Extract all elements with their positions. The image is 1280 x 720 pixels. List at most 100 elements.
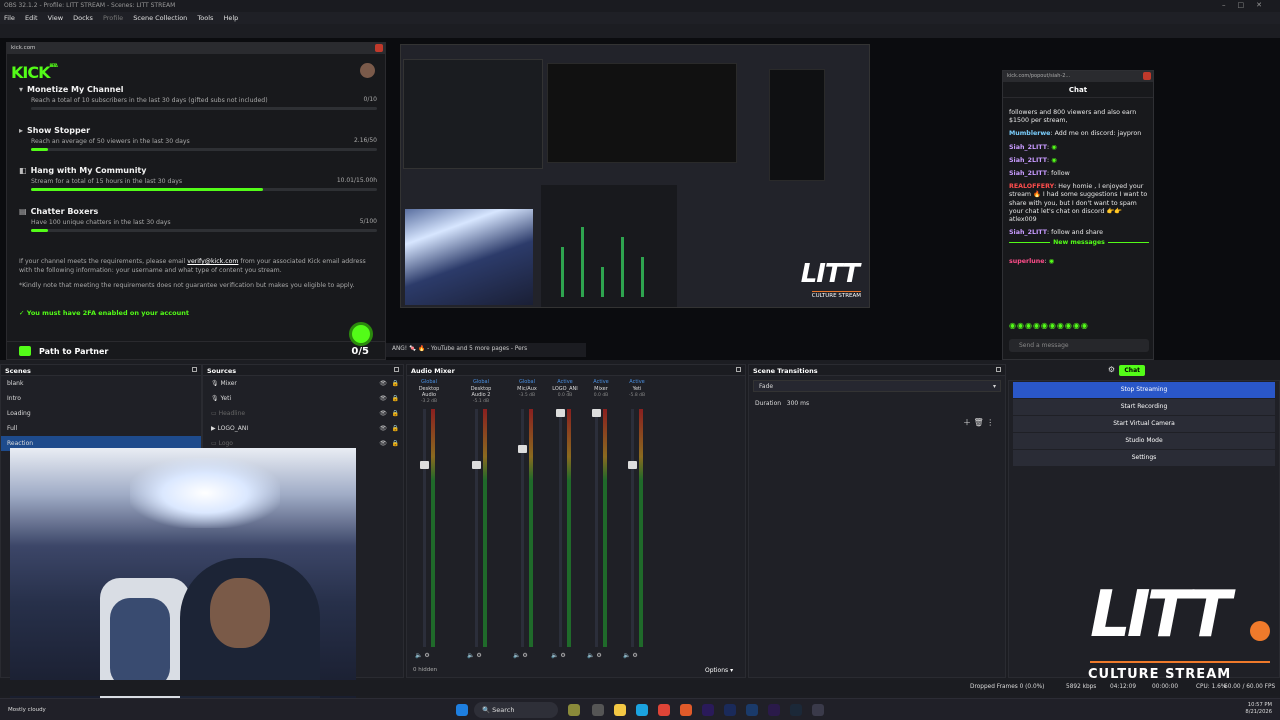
- menu-view[interactable]: View: [48, 14, 63, 22]
- volume-slider[interactable]: [628, 461, 637, 469]
- scene-item[interactable]: Intro: [1, 391, 201, 406]
- weather-widget[interactable]: Mostly cloudy: [8, 707, 46, 713]
- source-item[interactable]: ▭ Headline 👁 🔒: [203, 406, 403, 421]
- send-chat-button[interactable]: Chat: [1119, 365, 1145, 376]
- requirement-item: ▾ Monetize My Channel Reach a total of 10…: [19, 85, 377, 110]
- file-explorer-icon[interactable]: [614, 704, 626, 716]
- studio-mode-button[interactable]: Studio Mode: [1013, 433, 1275, 449]
- chat-message: Siah_2LITT: ◉: [1009, 143, 1057, 151]
- volume-slider[interactable]: [472, 461, 481, 469]
- menu-tools[interactable]: Tools: [197, 14, 213, 22]
- source-item[interactable]: ▶ LOGO_ANI 👁 🔒: [203, 421, 403, 436]
- edge-icon[interactable]: [636, 704, 648, 716]
- settings-button[interactable]: Settings: [1013, 450, 1275, 466]
- transition-select[interactable]: Fade ▾: [753, 380, 1001, 392]
- dock-float-icon[interactable]: [192, 367, 197, 372]
- obs-icon[interactable]: [812, 704, 824, 716]
- menu-docks[interactable]: Docks: [73, 14, 93, 22]
- volume-slider[interactable]: [592, 409, 601, 417]
- chat-message: Siah_2LITT: follow and share: [1009, 229, 1104, 237]
- start-virtual-camera-button[interactable]: Start Virtual Camera: [1013, 416, 1275, 432]
- dropped-frames: Dropped Frames 0 (0.0%): [970, 684, 1045, 690]
- speaker-icon[interactable]: 🔈 ⚙: [587, 652, 602, 659]
- speaker-icon[interactable]: 🔈 ⚙: [623, 652, 638, 659]
- mixer-channel: Global Desktop Audio 2 -5.1 dB 🔈 ⚙: [467, 379, 492, 659]
- chrome-icon[interactable]: [658, 704, 670, 716]
- close-icon[interactable]: [375, 44, 383, 52]
- chat-popout: kick.com/popout/siah-2... Chat followers…: [1002, 70, 1154, 376]
- mixer-channel: Active Mixer 0.0 dB 🔈 ⚙: [587, 379, 609, 659]
- fps: 60.00 / 60.00 FPS: [1224, 684, 1276, 690]
- speaker-icon[interactable]: 🔈 ⚙: [415, 652, 430, 659]
- mixer-channel: Global Mic/Aux -3.5 dB 🔈 ⚙: [513, 379, 537, 659]
- brave-icon[interactable]: [680, 704, 692, 716]
- visibility-icon: 👁: [379, 410, 387, 417]
- taskbar-search[interactable]: 🔍 Search: [474, 702, 558, 718]
- premiere-icon[interactable]: [702, 704, 714, 716]
- chevron-right-icon: ▸: [19, 126, 24, 135]
- menu-edit[interactable]: Edit: [25, 14, 38, 22]
- nested-screen-capture: LITT CULTURE STREAM: [400, 44, 870, 308]
- avatar[interactable]: [360, 63, 375, 78]
- stream-time: 04:12:09: [1110, 684, 1137, 690]
- progress-bar: [31, 148, 377, 151]
- volume-slider[interactable]: [420, 461, 429, 469]
- speaker-icon[interactable]: 🔈 ⚙: [467, 652, 482, 659]
- chat-input[interactable]: Send a message: [1009, 339, 1149, 352]
- stop-streaming-button[interactable]: Stop Streaming: [1013, 382, 1275, 398]
- source-item[interactable]: 🎙 Mixer 👁 🔒: [203, 376, 403, 391]
- cpu-usage: CPU: 1.6%: [1196, 684, 1227, 690]
- duration-input[interactable]: 300 ms: [787, 400, 809, 407]
- menu-profile[interactable]: Profile: [103, 14, 123, 22]
- system-clock[interactable]: 10:57 PM 8/21/2026: [1245, 702, 1272, 716]
- chat-message: Mumblerwe: Add me on discord: jaypron: [1009, 130, 1142, 138]
- menu-scene-collection[interactable]: Scene Collection: [133, 14, 187, 22]
- progress-bar: [31, 107, 377, 110]
- scene-transitions-dock: Scene Transitions Fade ▾ Duration 300 ms …: [748, 364, 1006, 678]
- chat-message: REALOFFERY: Hey homie , I enjoyed your s…: [1009, 183, 1148, 224]
- steam-icon[interactable]: [790, 704, 802, 716]
- menu-help[interactable]: Help: [223, 14, 238, 22]
- scene-item[interactable]: Full: [1, 421, 201, 436]
- volume-slider[interactable]: [518, 445, 527, 453]
- windows-start-icon[interactable]: [456, 704, 468, 716]
- chat-title: Chat: [1003, 82, 1153, 98]
- lock-icon: 🔒: [391, 395, 399, 402]
- photoshop-icon[interactable]: [746, 704, 758, 716]
- window-controls[interactable]: –□✕: [1222, 1, 1274, 9]
- speaker-icon[interactable]: 🔈 ⚙: [551, 652, 566, 659]
- close-icon[interactable]: [1143, 72, 1151, 80]
- menu-file[interactable]: File: [4, 14, 15, 22]
- lock-icon: 🔒: [391, 380, 399, 387]
- dock-float-icon[interactable]: [394, 367, 399, 372]
- app-icon[interactable]: [568, 704, 580, 716]
- start-recording-button[interactable]: Start Recording: [1013, 399, 1275, 415]
- chevron-down-icon: ▾: [19, 85, 24, 94]
- visibility-icon: 👁: [379, 440, 387, 447]
- dock-float-icon[interactable]: [996, 367, 1001, 372]
- chat-message: Siah_2LITT: ◉: [1009, 156, 1057, 164]
- add-transition-icon[interactable]: ＋ 🗑 ⋮: [963, 417, 994, 428]
- volume-slider[interactable]: [556, 409, 565, 417]
- emote-row[interactable]: ◉◉◉◉◉◉◉◉◉◉: [1009, 321, 1089, 330]
- after-effects-icon[interactable]: [768, 704, 780, 716]
- dock-float-icon[interactable]: [736, 367, 741, 372]
- scene-item[interactable]: blank: [1, 376, 201, 391]
- requirement-item: ◧ Hang with My Community Stream for a tot…: [19, 166, 377, 191]
- verify-email-link[interactable]: verify@kick.com: [187, 258, 238, 265]
- nested-mixer: [541, 185, 677, 307]
- chat-message: superlune: ◉: [1009, 257, 1055, 265]
- browser-tab-strip[interactable]: ANG! 🍬 🔥 - YouTube and 5 more pages - Pe…: [386, 343, 586, 357]
- scene-item[interactable]: Loading: [1, 406, 201, 421]
- new-messages-divider: New messages: [1009, 239, 1149, 251]
- audition-icon[interactable]: [724, 704, 736, 716]
- mixer-options-button[interactable]: Options ▾: [705, 667, 733, 674]
- speaker-icon[interactable]: 🔈 ⚙: [513, 652, 528, 659]
- gear-icon[interactable]: ⚙: [1108, 365, 1115, 374]
- mixer-channel: Active Yeti -5.8 dB 🔈 ⚙: [623, 379, 646, 659]
- source-item[interactable]: 🎙 Yeti 👁 🔒: [203, 391, 403, 406]
- task-view-icon[interactable]: [592, 704, 604, 716]
- twofa-status: ✓ You must have 2FA enabled on your acco…: [19, 309, 189, 317]
- status-bar: Dropped Frames 0 (0.0%) 5892 kbps 04:12:…: [0, 680, 1280, 696]
- path-to-partner[interactable]: Path to Partner 0/5: [7, 322, 385, 359]
